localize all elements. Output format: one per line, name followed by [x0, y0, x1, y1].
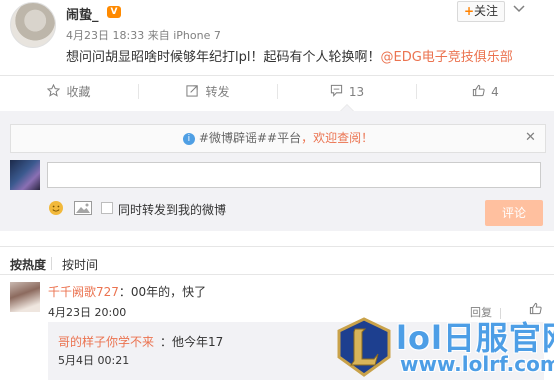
- divider: [0, 246, 554, 247]
- caret-pointer-inner: [341, 105, 353, 111]
- rumor-notice-banner: i #微博辟谣##平台，欢迎查阅！: [10, 124, 546, 153]
- comment-button[interactable]: 13: [278, 80, 416, 104]
- image-icon[interactable]: [74, 201, 92, 215]
- close-icon[interactable]: ✕: [525, 131, 536, 145]
- sort-by-time-tab[interactable]: 按时间: [62, 256, 98, 273]
- post-source[interactable]: iPhone 7: [173, 29, 221, 42]
- comment-icon: [330, 81, 343, 105]
- post-body: 想问问胡显昭啥时候够年纪打lpl！起码有个人轮换啊！: [66, 50, 381, 65]
- divider: [0, 75, 554, 76]
- like-button[interactable]: 4: [417, 80, 554, 104]
- repost-label: 转发: [205, 85, 230, 99]
- reply-text: ：他今年17: [160, 335, 224, 349]
- comment-count: 13: [348, 85, 365, 99]
- vip-badge-icon: V: [107, 6, 121, 18]
- repost-icon: [186, 81, 199, 105]
- post-source-prefix: 来自: [147, 29, 170, 42]
- comment-text: ：00年的，快了: [118, 285, 207, 299]
- comment-time: 4月23日 20:00: [48, 306, 127, 319]
- notice-hashtag-platform[interactable]: #平台: [267, 131, 301, 145]
- submit-comment-button[interactable]: 评论: [485, 200, 543, 226]
- notice-hashtag-rumor[interactable]: #微博辟谣#: [199, 131, 267, 145]
- repost-checkbox-label: 同时转发到我的微博: [118, 203, 227, 217]
- post-text: 想问问胡显昭啥时候够年纪打lpl！起码有个人轮换啊！@EDG电子竞技俱乐部: [66, 46, 513, 65]
- sort-by-heat-tab[interactable]: 按热度: [10, 256, 46, 273]
- post-meta: 4月23日 18:33 来自 iPhone 7: [66, 27, 221, 43]
- follow-label: 关注: [474, 4, 499, 18]
- commenter-name[interactable]: 千千阙歌727: [48, 285, 119, 299]
- comment-input[interactable]: [47, 162, 541, 188]
- current-user-avatar[interactable]: [10, 160, 40, 190]
- favorite-button[interactable]: 收藏: [0, 80, 138, 104]
- plus-icon: +: [463, 4, 475, 18]
- repost-button[interactable]: 转发: [139, 80, 277, 104]
- divider: [51, 257, 52, 270]
- chevron-down-icon[interactable]: [512, 5, 526, 17]
- info-icon: i: [182, 132, 195, 145]
- commenter-avatar[interactable]: [10, 282, 40, 312]
- post-date[interactable]: 4月23日 18:33: [66, 29, 144, 42]
- divider: [0, 274, 554, 275]
- reply-time: 5月4日 00:21: [58, 354, 130, 367]
- star-icon: [47, 81, 61, 105]
- notice-link[interactable]: ，欢迎查阅！: [301, 131, 373, 145]
- lol-logo-icon: [337, 317, 391, 377]
- emoji-icon[interactable]: [48, 200, 64, 216]
- like-count: 4: [491, 85, 499, 99]
- watermark-url: www.lolrf.com: [400, 352, 554, 376]
- post-mention-link[interactable]: @EDG电子竞技俱乐部: [380, 50, 512, 65]
- follow-button[interactable]: +关注: [457, 1, 505, 22]
- author-avatar[interactable]: [10, 2, 56, 48]
- reply-author-name[interactable]: 哥的样子你学不来: [58, 333, 154, 350]
- thumbs-up-icon: [472, 81, 485, 105]
- author-name[interactable]: 闹蛰_: [66, 4, 99, 23]
- favorite-label: 收藏: [66, 85, 91, 99]
- repost-checkbox[interactable]: [101, 202, 113, 214]
- comment-line: 千千阙歌727：00年的，快了: [48, 283, 206, 300]
